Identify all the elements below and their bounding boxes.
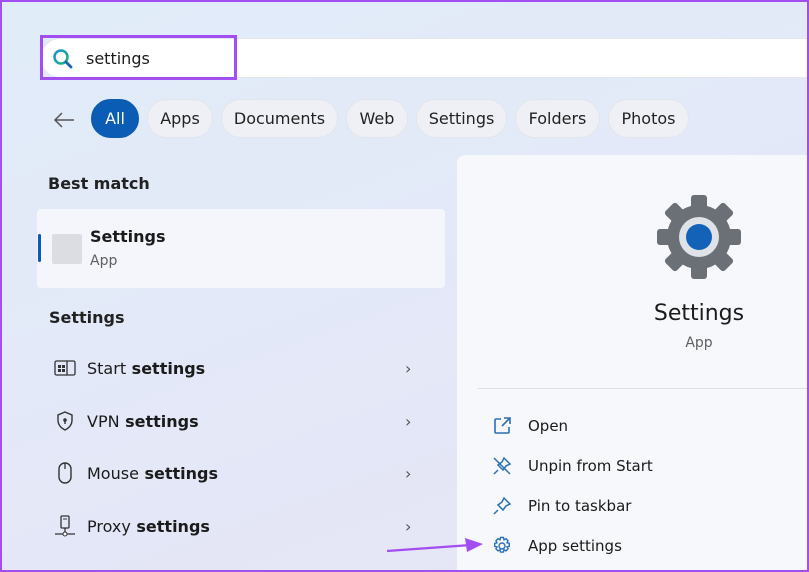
detail-subtitle: App [685,335,713,351]
action-label: App settings [528,537,622,555]
pin-icon [487,496,517,516]
result-start-settings[interactable]: Start settings › [37,346,445,390]
proxy-icon [37,515,87,537]
action-label: Open [528,417,569,435]
gear-icon [487,536,517,556]
filter-settings[interactable]: Settings [416,99,507,138]
filter-web[interactable]: Web [346,99,408,138]
annotation-arrow [385,536,485,560]
settings-gear-icon [657,195,741,283]
chevron-right-icon[interactable]: › [405,412,445,431]
action-unpin-from-start[interactable]: Unpin from Start [487,451,653,481]
filter-documents[interactable]: Documents [221,99,338,138]
result-proxy-settings[interactable]: Proxy settings › [37,504,445,548]
unpin-icon [487,456,517,476]
chevron-right-icon[interactable]: › [405,359,445,378]
selection-indicator [38,234,41,262]
item-label: Proxy [87,516,131,536]
app-icon-placeholder [52,234,82,264]
start-layout-icon [37,360,87,376]
action-open[interactable]: Open [487,411,568,441]
action-label: Unpin from Start [528,457,653,475]
settings-section-heading: Settings [49,308,125,327]
chevron-right-icon[interactable]: › [405,517,445,536]
item-label: Mouse [87,463,139,483]
item-label-bold: settings [138,463,219,483]
back-arrow-icon[interactable] [52,110,76,134]
best-match-card[interactable] [37,209,445,288]
best-match-heading: Best match [48,174,150,193]
chevron-right-icon[interactable]: › [405,464,445,483]
best-match-subtitle: App [90,253,118,269]
item-label-bold: settings [126,358,206,378]
filter-photos[interactable]: Photos [608,99,689,138]
mouse-icon [37,462,87,484]
filter-all[interactable]: All [91,99,139,138]
divider [478,388,807,389]
highlight-box [40,35,237,80]
action-app-settings[interactable]: App settings [487,531,622,561]
action-label: Pin to taskbar [528,497,632,515]
result-mouse-settings[interactable]: Mouse settings › [37,451,445,495]
detail-title: Settings [653,301,745,326]
filter-folders[interactable]: Folders [515,99,600,138]
action-pin-to-taskbar[interactable]: Pin to taskbar [487,491,631,521]
item-label: VPN [87,411,120,431]
item-label: Start [87,358,127,378]
result-vpn-settings[interactable]: VPN settings › [37,399,445,443]
shield-icon [37,411,87,431]
filter-apps[interactable]: Apps [147,99,213,138]
start-search-window: settings All Apps Documents Web Settings… [0,0,809,572]
best-match-title: Settings [90,227,166,246]
item-label-bold: settings [119,411,199,431]
item-label-bold: settings [130,516,210,536]
open-external-icon [487,416,517,436]
